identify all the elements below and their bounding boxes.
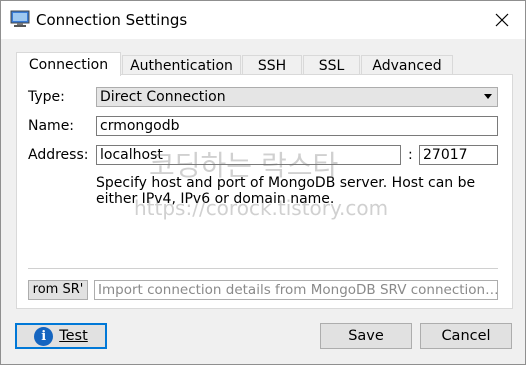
- tab-advanced[interactable]: Advanced: [361, 55, 453, 76]
- test-button-label: Test: [59, 328, 88, 344]
- connection-type-value: Direct Connection: [100, 89, 226, 105]
- hint-line-1: Specify host and port of MongoDB server.…: [96, 175, 476, 191]
- test-button[interactable]: i Test: [15, 323, 107, 349]
- hint-line-2: either IPv4, IPv6 or domain name.: [96, 191, 335, 207]
- tab-authentication[interactable]: Authentication: [122, 55, 241, 76]
- close-icon: [495, 13, 509, 27]
- title-bar: Connection Settings: [1, 1, 525, 39]
- address-hint: Specify host and port of MongoDB server.…: [96, 175, 496, 207]
- connection-panel: Type: Direct Connection Name: crmongodb …: [16, 74, 513, 309]
- name-label: Name:: [28, 118, 75, 134]
- cancel-button[interactable]: Cancel: [420, 323, 512, 349]
- type-label: Type:: [28, 89, 65, 105]
- tab-ssl[interactable]: SSL: [303, 55, 360, 76]
- tab-ssh[interactable]: SSH: [242, 55, 302, 76]
- info-icon: i: [34, 326, 54, 346]
- connection-settings-window: Connection Settings Connection Authentic…: [0, 0, 526, 365]
- save-button[interactable]: Save: [320, 323, 412, 349]
- dropdown-arrow-icon: [484, 94, 492, 99]
- address-label: Address:: [28, 147, 89, 163]
- name-field[interactable]: crmongodb: [96, 116, 498, 136]
- monitor-icon: [10, 10, 30, 27]
- close-button[interactable]: [479, 1, 525, 39]
- from-srv-button[interactable]: rom SR': [28, 280, 88, 300]
- connection-type-select[interactable]: Direct Connection: [96, 87, 498, 107]
- window-title: Connection Settings: [36, 11, 188, 29]
- host-field[interactable]: localhost: [96, 145, 401, 165]
- port-field[interactable]: 27017: [419, 145, 498, 165]
- tab-connection[interactable]: Connection: [16, 52, 121, 76]
- separator: [28, 268, 498, 269]
- port-separator: :: [408, 147, 413, 163]
- srv-connection-input[interactable]: Import connection details from MongoDB S…: [94, 280, 498, 300]
